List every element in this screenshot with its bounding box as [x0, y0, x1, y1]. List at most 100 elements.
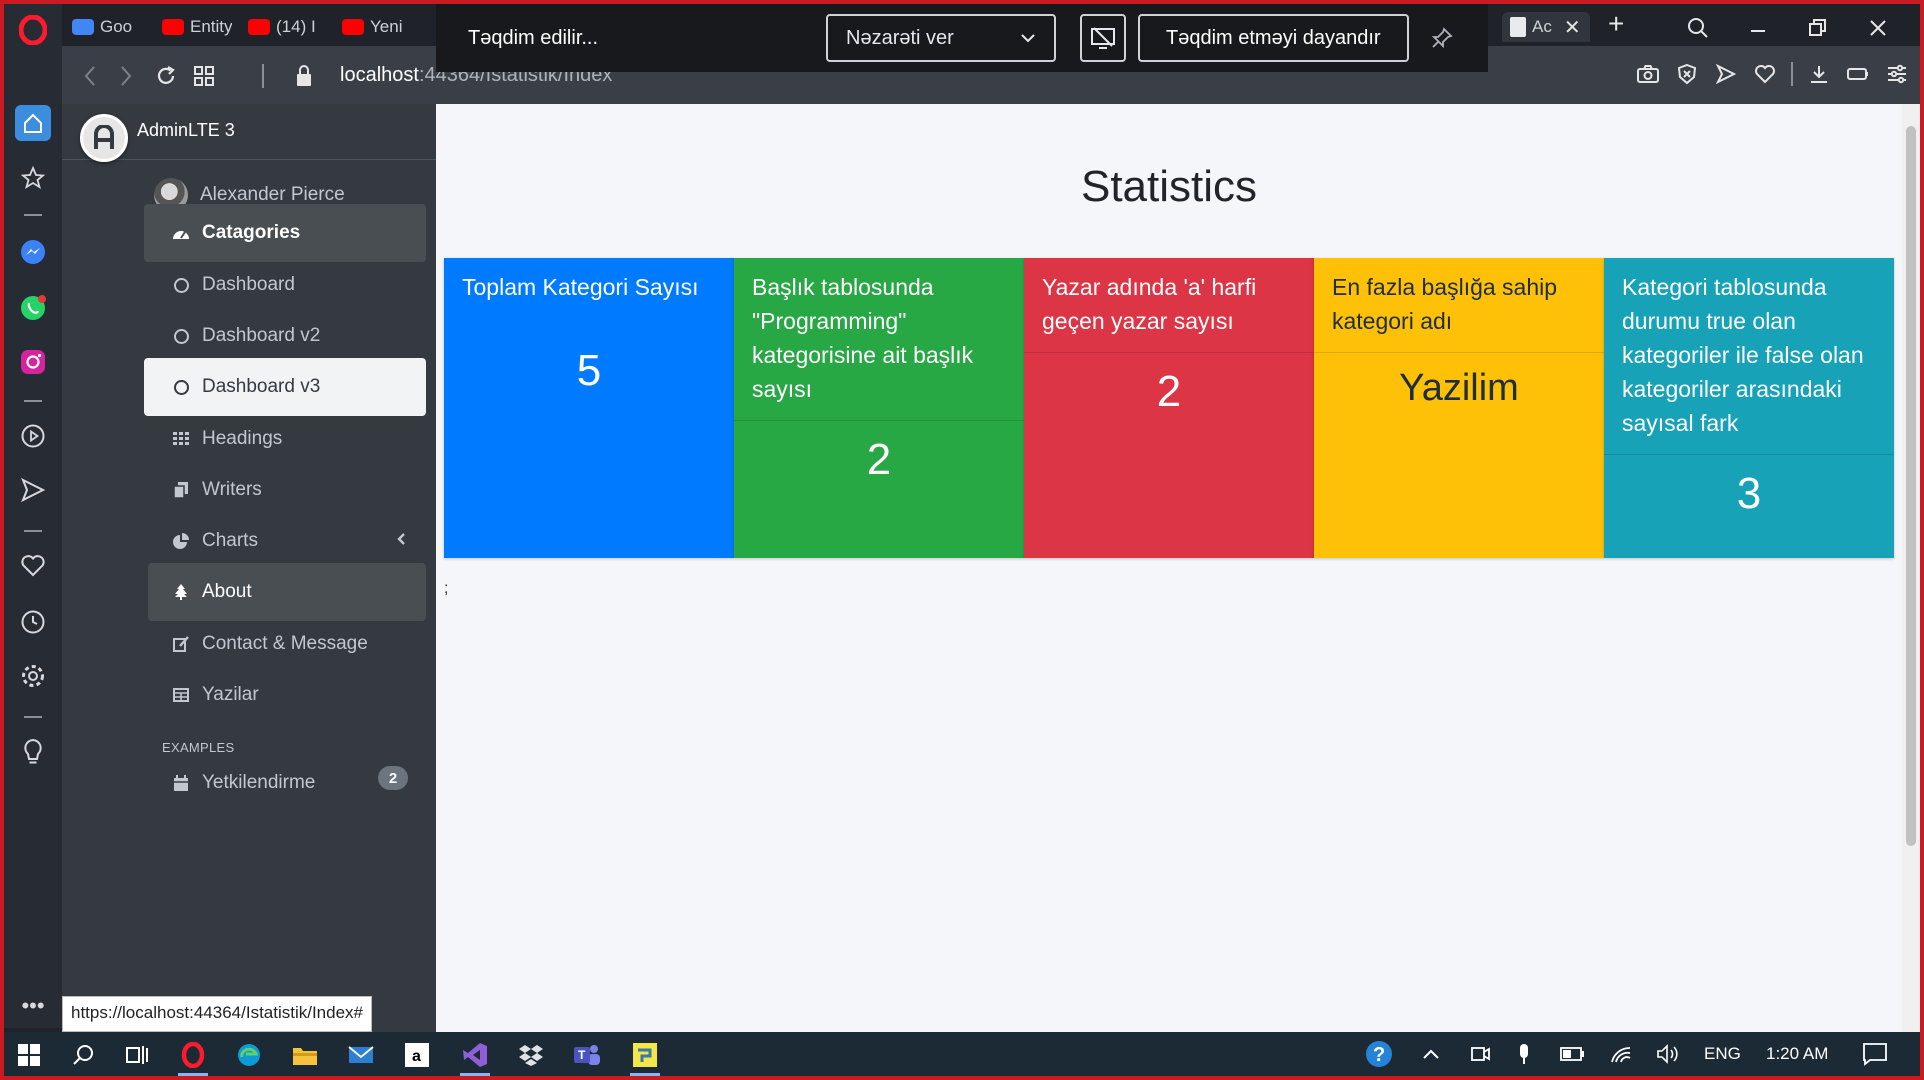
pin-icon[interactable] — [1427, 23, 1457, 53]
sidebar-item-label: Yazilar — [202, 684, 259, 705]
tab-youtube-14[interactable]: (14) I — [248, 12, 318, 42]
circle-icon — [173, 277, 189, 293]
svg-text:a: a — [412, 1048, 421, 1065]
player-icon[interactable] — [15, 418, 51, 454]
send-icon[interactable] — [15, 472, 51, 508]
download-icon[interactable] — [1806, 60, 1832, 88]
history-clock-icon[interactable] — [15, 604, 51, 640]
volume-icon[interactable] — [1656, 1032, 1680, 1076]
help-icon[interactable]: ? — [1364, 1032, 1394, 1076]
more-dots-icon[interactable]: ••• — [15, 988, 51, 1024]
microphone-icon[interactable] — [1516, 1032, 1532, 1076]
opera-logo-icon[interactable] — [15, 12, 51, 48]
stop-presenting-button[interactable]: Təqdim etməyi dayandır — [1138, 14, 1409, 62]
new-tab-icon[interactable]: + — [1608, 8, 1624, 40]
reload-icon[interactable] — [152, 62, 180, 90]
brand-link[interactable]: AdminLTE 3 — [62, 104, 436, 162]
stat-card-status-difference: Kategori tablosunda durumu true olan kat… — [1604, 258, 1894, 558]
teams-icon[interactable]: T — [570, 1038, 604, 1072]
sidebar-item-label: Headings — [202, 428, 283, 449]
task-view-icon[interactable] — [120, 1038, 154, 1072]
stat-card-value: 2 — [1156, 367, 1182, 416]
restore-icon[interactable] — [1788, 8, 1848, 48]
windows-start-icon[interactable] — [12, 1038, 46, 1072]
tab-label: Yeni — [370, 17, 403, 36]
search-icon[interactable] — [66, 1038, 100, 1072]
sidebar-item-label: Writers — [202, 479, 262, 500]
battery-saver-icon[interactable] — [1845, 60, 1871, 88]
clock[interactable]: 1:20 AM — [1766, 1032, 1828, 1076]
back-icon[interactable] — [76, 62, 104, 90]
chevron-left-icon — [396, 530, 406, 552]
stat-card-writers-with-a: Yazar adında 'a' harfi geçen yazar sayıs… — [1024, 258, 1314, 558]
sidebar-item-label: Catagories — [202, 222, 301, 243]
visual-studio-icon[interactable] — [458, 1038, 492, 1076]
sidebar-item-yazilar[interactable]: Yazilar — [144, 666, 426, 724]
bookmarks-star-icon[interactable] — [15, 160, 51, 196]
sidebar-item-contact-message[interactable]: Contact & Message — [144, 615, 426, 673]
stop-cast-icon[interactable] — [1080, 14, 1126, 62]
user-name: Alexander Pierce — [200, 184, 345, 205]
vertical-scrollbar[interactable] — [1902, 104, 1920, 1032]
copy-icon — [170, 482, 192, 498]
whatsapp-icon[interactable] — [15, 290, 51, 326]
sidebar-item-catagories[interactable]: Catagories — [144, 204, 426, 262]
easy-setup-icon[interactable] — [1884, 60, 1910, 88]
tab-yeni[interactable]: Yeni — [342, 12, 414, 42]
send-to-flow-icon[interactable] — [1713, 60, 1739, 88]
dropbox-icon[interactable] — [514, 1038, 548, 1072]
tabs-grid-icon[interactable] — [190, 62, 218, 90]
svg-text:T: T — [578, 1048, 586, 1062]
wifi-icon[interactable] — [1610, 1032, 1634, 1076]
minimize-icon[interactable] — [1728, 8, 1788, 48]
close-tab-icon[interactable]: ✕ — [1564, 15, 1581, 40]
sidebar-item-charts[interactable]: Charts — [144, 512, 426, 570]
edge-icon[interactable] — [232, 1038, 266, 1072]
language-indicator[interactable]: ENG — [1704, 1032, 1741, 1076]
sidebar-item-yetkilendirme[interactable]: Yetkilendirme 2 — [144, 754, 426, 812]
sidebar-item-dashboard[interactable]: Dashboard — [144, 256, 426, 314]
tachometer-icon — [170, 226, 192, 240]
search-tabs-icon[interactable] — [1668, 8, 1728, 48]
instagram-icon[interactable] — [15, 344, 51, 380]
opera-taskbar-icon[interactable] — [176, 1038, 210, 1076]
sidebar-item-writers[interactable]: Writers — [144, 461, 426, 519]
sidebar-item-label: Yetkilendirme — [202, 772, 316, 793]
give-control-select[interactable]: Nəzarəti ver — [826, 14, 1056, 62]
notifications-icon[interactable] — [1862, 1032, 1888, 1076]
python-app-icon[interactable] — [628, 1038, 662, 1076]
table-icon — [170, 688, 192, 702]
main-sidebar: AdminLTE 3 Alexander Pierce Catagories D… — [62, 104, 436, 1032]
give-control-label: Nəzarəti ver — [846, 26, 954, 49]
snapshot-camera-icon[interactable] — [1635, 60, 1661, 88]
lock-icon[interactable] — [290, 62, 318, 90]
tips-lightbulb-icon[interactable] — [15, 734, 51, 770]
sidebar-item-about[interactable]: About — [148, 563, 426, 621]
sidebar-item-label: Contact & Message — [202, 633, 368, 654]
sidebar-item-headings[interactable]: Headings — [144, 410, 426, 468]
youtube-icon — [342, 19, 364, 35]
speed-dial-icon[interactable] — [15, 105, 51, 141]
camera-tray-icon[interactable] — [1470, 1032, 1490, 1076]
bookmark-heart-icon[interactable] — [1752, 60, 1778, 88]
battery-icon[interactable] — [1560, 1032, 1586, 1076]
adminlte-logo-icon — [80, 114, 128, 162]
close-window-icon[interactable] — [1848, 8, 1908, 48]
chevron-up-icon[interactable] — [1422, 1032, 1440, 1076]
opera-sidebar: ••• — [4, 4, 62, 1028]
heart-icon[interactable] — [15, 548, 51, 584]
tab-label: Goo — [100, 17, 133, 36]
chevron-down-icon — [1021, 34, 1035, 43]
adblock-shield-icon[interactable] — [1674, 60, 1700, 88]
settings-gear-icon[interactable] — [15, 658, 51, 694]
sidebar-item-dashboard-v3[interactable]: Dashboard v3 — [144, 358, 426, 416]
forward-icon[interactable] — [112, 62, 140, 90]
amazon-icon[interactable]: a — [400, 1038, 434, 1072]
tab-entity[interactable]: Entity — [162, 12, 232, 42]
tab-active-adminlte[interactable]: Ac ✕ — [1502, 12, 1590, 42]
messenger-icon[interactable] — [15, 234, 51, 270]
mail-icon[interactable] — [344, 1038, 378, 1072]
tab-google[interactable]: Goo — [72, 12, 152, 42]
sidebar-item-dashboard-v2[interactable]: Dashboard v2 — [144, 307, 426, 365]
file-explorer-icon[interactable] — [288, 1038, 322, 1072]
